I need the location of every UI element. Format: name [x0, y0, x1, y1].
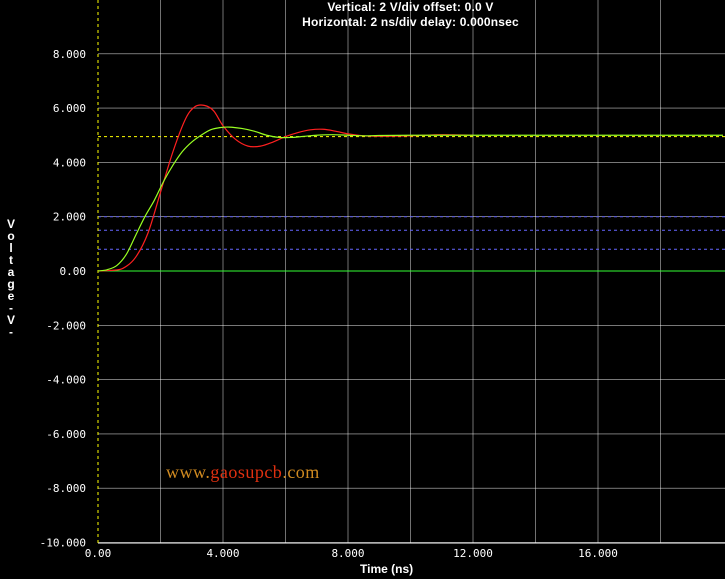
y-tick-label: 8.000 — [53, 48, 86, 61]
y-tick-label: -10.000 — [40, 537, 86, 550]
x-tick-label: 16.000 — [578, 547, 618, 560]
y-tick-label: -4.000 — [46, 374, 86, 387]
x-tick-label: 0.00 — [85, 547, 112, 560]
watermark: www.gaosupcb.com — [166, 462, 320, 483]
watermark-domain: gaosupcb — [210, 462, 283, 482]
y-axis-label: Voltage -V- — [4, 218, 18, 338]
watermark-suffix: .com — [282, 462, 320, 482]
y-tick-label: 6.000 — [53, 102, 86, 115]
y-axis-label-char: - — [9, 325, 13, 339]
y-tick-label: 2.000 — [53, 211, 86, 224]
y-tick-label: -8.000 — [46, 482, 86, 495]
y-tick-label: -2.000 — [46, 319, 86, 332]
x-tick-labels: 0.00 4.000 8.000 12.000 16.000 — [85, 547, 618, 560]
x-tick-label: 4.000 — [206, 547, 239, 560]
vertical-settings: Vertical: 2 V/div offset: 0.0 V — [327, 0, 494, 14]
y-tick-label: 4.000 — [53, 156, 86, 169]
watermark-prefix: www. — [166, 462, 211, 482]
y-tick-label: 0.00 — [60, 265, 87, 278]
scope-plot: 8.000 6.000 4.000 2.000 0.00 -2.000 -4.000 -6.0… — [40, 0, 725, 560]
x-tick-label: 12.000 — [453, 547, 493, 560]
x-axis-label: Time (ns) — [360, 562, 414, 576]
horizontal-settings: Horizontal: 2 ns/div delay: 0.000nsec — [302, 15, 519, 29]
y-tick-labels: 8.000 6.000 4.000 2.000 0.00 -2.000 -4.000 -6.0… — [40, 48, 86, 550]
y-tick-label: -6.000 — [46, 428, 86, 441]
x-tick-label: 8.000 — [331, 547, 364, 560]
